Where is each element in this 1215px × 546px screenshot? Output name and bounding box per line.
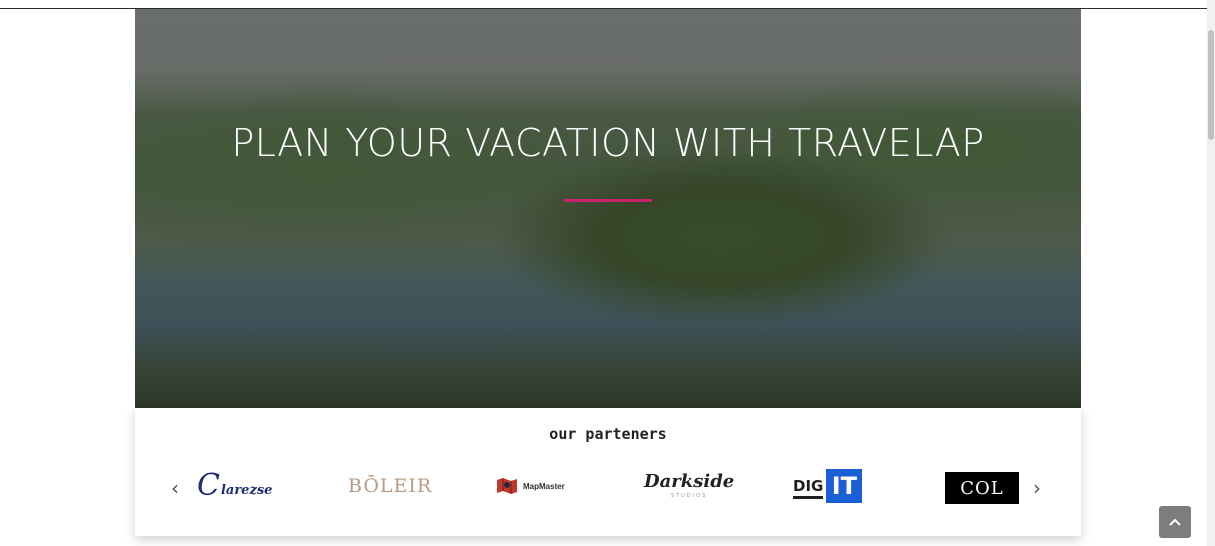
chevron-left-icon[interactable]: ‹ (171, 476, 179, 500)
hero-title: PLAN YOUR VACATION WITH TRAVELAP (231, 121, 985, 165)
darkside-wordmark: Darkside (644, 471, 735, 492)
digit-wordmark-it: IT (826, 469, 863, 503)
partner-logo-boleir[interactable]: BŌLEIR (348, 470, 432, 502)
page-scrollbar-thumb[interactable] (1208, 30, 1214, 140)
hero-banner: PLAN YOUR VACATION WITH TRAVELAP (135, 9, 1081, 408)
clarezse-initial: C (197, 468, 220, 503)
partner-logo-col[interactable]: COL (945, 472, 1019, 504)
clarezse-wordmark: larezse (220, 482, 273, 498)
hero-title-underline (564, 199, 652, 202)
back-to-top-button[interactable] (1159, 506, 1191, 538)
darkside-subtitle: STUDIOS (670, 493, 708, 499)
hero-fog-overlay (135, 9, 1081, 119)
partner-logo-darkside[interactable]: Darkside STUDIOS (644, 470, 734, 502)
partners-section: our parteners ‹ C larezse BŌLEIR MapMast… (135, 408, 1081, 536)
digit-wordmark-dig: DIG (793, 477, 824, 499)
partner-logo-mapmaster[interactable]: MapMaster (496, 470, 565, 502)
partners-heading: our parteners (549, 425, 667, 443)
mapmaster-wordmark: MapMaster (523, 481, 565, 491)
partner-logo-digit[interactable]: DIG IT (793, 468, 863, 504)
map-marker-icon (497, 478, 517, 494)
chevron-up-icon (1169, 518, 1181, 526)
chevron-right-icon[interactable]: › (1033, 476, 1041, 500)
partner-logo-clarezse[interactable]: C larezse (197, 470, 272, 502)
